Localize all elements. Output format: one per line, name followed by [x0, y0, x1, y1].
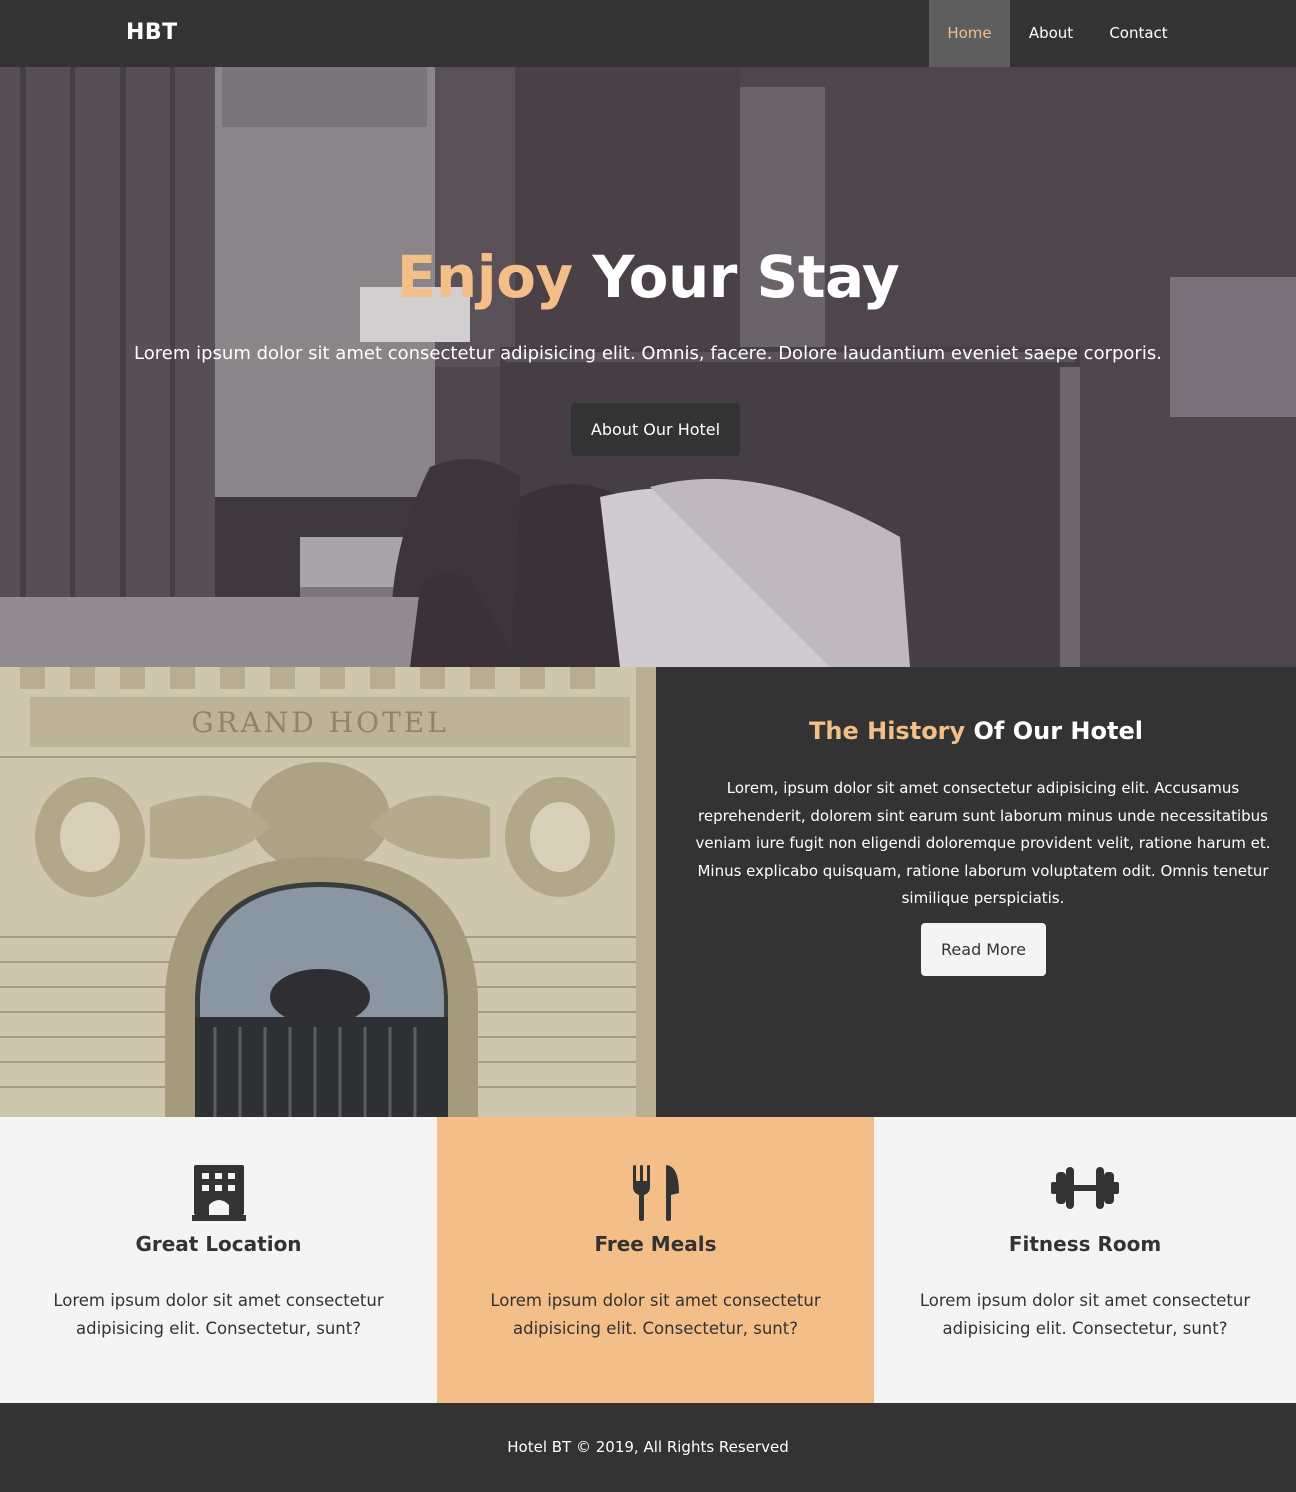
hero-section: Enjoy Your Stay Lorem ipsum dolor sit am…	[0, 67, 1296, 667]
feature-title: Great Location	[135, 1232, 302, 1256]
history-section: GRAND HOTEL The History Of Our Hotel Lor…	[0, 667, 1296, 1117]
read-more-button[interactable]: Read More	[921, 923, 1046, 976]
feature-great-location: Great Location Lorem ipsum dolor sit ame…	[0, 1117, 437, 1403]
feature-free-meals: Free Meals Lorem ipsum dolor sit amet co…	[437, 1117, 874, 1403]
main-nav: Home About Contact	[929, 0, 1185, 67]
feature-text: Lorem ipsum dolor sit amet consectetur a…	[919, 1291, 1251, 1338]
nav-item-about[interactable]: About	[1010, 0, 1092, 67]
building-icon	[0, 1165, 437, 1221]
history-text: Lorem, ipsum dolor sit amet consectetur …	[695, 779, 1271, 907]
history-title: The History Of Our Hotel	[656, 717, 1296, 745]
navbar: HBT Home About Contact	[0, 0, 1296, 67]
hero-title-accent: Enjoy	[396, 243, 573, 311]
grand-hotel-sign: GRAND HOTEL	[191, 706, 449, 739]
feature-fitness-room: Fitness Room Lorem ipsum dolor sit amet …	[874, 1117, 1296, 1403]
logo[interactable]: HBT	[126, 20, 178, 45]
grand-hotel-image: GRAND HOTEL	[0, 667, 656, 1117]
hero-title-rest: Your Stay	[592, 243, 900, 311]
feature-text: Lorem ipsum dolor sit amet consectetur a…	[53, 1291, 384, 1338]
feature-title: Free Meals	[594, 1232, 717, 1256]
history-title-accent: The History	[809, 717, 966, 745]
nav-item-home[interactable]: Home	[929, 0, 1010, 67]
history-title-rest: Of Our Hotel	[973, 717, 1143, 745]
footer: Hotel BT © 2019, All Rights Reserved	[0, 1403, 1296, 1492]
hero-subtitle: Lorem ipsum dolor sit amet consectetur a…	[134, 343, 1162, 364]
footer-text: Hotel BT © 2019, All Rights Reserved	[507, 1438, 789, 1456]
feature-title: Fitness Room	[1008, 1232, 1162, 1256]
utensils-icon	[437, 1165, 874, 1221]
features-section: Great Location Lorem ipsum dolor sit ame…	[0, 1117, 1296, 1403]
hero-bedroom-image	[0, 67, 1296, 667]
feature-text: Lorem ipsum dolor sit amet consectetur a…	[490, 1291, 821, 1338]
dumbbell-icon	[874, 1165, 1296, 1211]
nav-item-contact[interactable]: Contact	[1092, 0, 1185, 67]
hero-title: Enjoy Your Stay	[0, 243, 1296, 311]
about-hotel-button[interactable]: About Our Hotel	[571, 403, 740, 456]
